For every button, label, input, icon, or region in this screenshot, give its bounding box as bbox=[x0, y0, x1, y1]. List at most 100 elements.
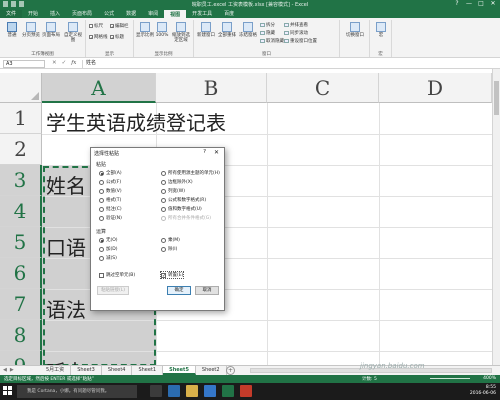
split-button[interactable]: 拆分 bbox=[260, 22, 275, 28]
formula-input[interactable]: 姓名 bbox=[82, 60, 497, 68]
row-header-5[interactable]: 5 bbox=[0, 227, 42, 258]
task-view-icon[interactable] bbox=[150, 385, 162, 397]
tab-review[interactable]: 审阅 bbox=[142, 10, 164, 18]
column-header-b[interactable]: B bbox=[156, 73, 267, 103]
help-icon[interactable]: ? bbox=[452, 0, 462, 7]
skip-blanks-checkbox[interactable]: 跳过空单元(B) bbox=[99, 272, 135, 278]
sheet-tab[interactable]: Sheet4 bbox=[102, 366, 133, 375]
paste-validation-radio[interactable]: 验证(N) bbox=[99, 215, 122, 221]
page-layout-button[interactable]: 页面布局 bbox=[42, 22, 60, 38]
sheet-tab[interactable]: Sheet2 bbox=[196, 366, 227, 375]
select-all-corner[interactable] bbox=[0, 73, 42, 103]
worksheet-grid[interactable]: A B C D 1 2 3 4 5 6 7 8 9 学生英语成绩登记表 姓名 口… bbox=[0, 73, 492, 365]
cell-a9[interactable]: 听力 bbox=[46, 356, 86, 365]
ruler-checkbox[interactable]: 标尺 bbox=[89, 23, 103, 29]
paste-formulas-number-formats-radio[interactable]: 公式和数字格式(R) bbox=[161, 197, 206, 203]
excel-icon[interactable] bbox=[222, 385, 234, 397]
file-explorer-icon[interactable] bbox=[186, 385, 198, 397]
transpose-checkbox[interactable]: ✓ 转置(E) bbox=[159, 271, 185, 279]
paste-values-number-formats-radio[interactable]: 值和数字格式(U) bbox=[161, 206, 202, 212]
row-header-9[interactable]: 9 bbox=[0, 351, 42, 365]
custom-views-button[interactable]: 自定义视图 bbox=[62, 22, 84, 43]
add-sheet-button[interactable]: + bbox=[226, 366, 235, 375]
enter-icon[interactable]: ✓ bbox=[62, 60, 67, 66]
tab-home[interactable]: 开始 bbox=[22, 10, 44, 18]
column-header-a[interactable]: A bbox=[42, 73, 156, 103]
next-sheet-icon[interactable]: ▶ bbox=[10, 367, 14, 373]
cancel-icon[interactable]: ✕ bbox=[52, 60, 57, 66]
cell-a7[interactable]: 语法 bbox=[46, 294, 86, 323]
paste-no-borders-radio[interactable]: 边框除外(X) bbox=[161, 179, 193, 185]
zoom-slider[interactable] bbox=[430, 378, 470, 379]
operation-divide-radio[interactable]: 除(I) bbox=[161, 246, 177, 252]
new-window-button[interactable]: 新建窗口 bbox=[196, 22, 216, 38]
paste-all-radio[interactable]: 全部(A) bbox=[99, 170, 122, 176]
sheet-tab-active[interactable]: Sheet5 bbox=[163, 366, 196, 375]
app-icon[interactable] bbox=[240, 385, 252, 397]
tab-formulas[interactable]: 公式 bbox=[98, 10, 120, 18]
operation-subtract-radio[interactable]: 减(S) bbox=[99, 255, 117, 261]
zoom-level[interactable]: 400% bbox=[483, 376, 496, 381]
clock-date[interactable]: 2016-06-06 bbox=[470, 391, 496, 397]
row-header-8[interactable]: 8 bbox=[0, 320, 42, 351]
gridlines-checkbox[interactable]: ✓ 网格线 bbox=[89, 34, 108, 40]
tab-file[interactable]: 文件 bbox=[0, 10, 23, 18]
view-side-by-side-button[interactable]: 并排查看 bbox=[284, 22, 308, 28]
vertical-scrollbar[interactable] bbox=[492, 69, 500, 365]
windows-start-icon[interactable] bbox=[3, 386, 13, 396]
normal-view-button[interactable]: 普通 bbox=[3, 22, 21, 38]
store-icon[interactable] bbox=[204, 385, 216, 397]
ok-button[interactable]: 确定 bbox=[167, 286, 191, 295]
reset-window-button[interactable]: 重设窗口位置 bbox=[284, 38, 317, 44]
prev-sheet-icon[interactable]: ◀ bbox=[3, 367, 7, 373]
sheet-tab[interactable]: Sheet3 bbox=[71, 366, 102, 375]
hide-button[interactable]: 隐藏 bbox=[260, 30, 275, 36]
zoom-button[interactable]: 显示比例 bbox=[136, 22, 154, 38]
paste-formulas-radio[interactable]: 公式(F) bbox=[99, 179, 121, 185]
tab-baidu[interactable]: 百度 bbox=[218, 10, 240, 18]
insert-function-icon[interactable]: fx bbox=[71, 60, 76, 66]
cancel-button[interactable]: 取消 bbox=[195, 286, 219, 295]
tab-data[interactable]: 数据 bbox=[120, 10, 142, 18]
dialog-help-icon[interactable]: ? bbox=[203, 149, 206, 155]
edge-browser-icon[interactable] bbox=[168, 385, 180, 397]
cortana-search-box[interactable]: 我是 Cortana，小娜。有问题尽管问我。 bbox=[17, 385, 137, 398]
paste-comments-radio[interactable]: 批注(C) bbox=[99, 206, 122, 212]
arrange-all-button[interactable]: 全部重排 bbox=[217, 22, 237, 38]
row-header-3[interactable]: 3 bbox=[0, 165, 42, 196]
switch-window-button[interactable]: 切换窗口 bbox=[344, 22, 366, 38]
unhide-button[interactable]: 取消隐藏 bbox=[260, 38, 284, 44]
tab-insert[interactable]: 插入 bbox=[44, 10, 66, 18]
tab-view[interactable]: 视图 bbox=[164, 10, 187, 18]
dialog-close-icon[interactable]: ✕ bbox=[214, 149, 219, 156]
cell-a1[interactable]: 学生英语成绩登记表 bbox=[46, 107, 226, 136]
row-header-1[interactable]: 1 bbox=[0, 103, 42, 134]
freeze-panes-button[interactable]: 冻结窗格 bbox=[238, 22, 258, 38]
macros-button[interactable]: 宏 bbox=[374, 22, 388, 38]
maximize-button[interactable]: □ bbox=[476, 0, 486, 7]
zoom-100-button[interactable]: 100% bbox=[155, 22, 169, 38]
name-box[interactable]: A3 bbox=[3, 60, 45, 68]
zoom-to-selection-button[interactable]: 缩放到选定区域 bbox=[170, 22, 192, 43]
cell-a3[interactable]: 姓名 bbox=[46, 170, 86, 199]
scroll-thumb[interactable] bbox=[494, 81, 499, 115]
tab-page-layout[interactable]: 页面布局 bbox=[66, 10, 98, 18]
column-header-d[interactable]: D bbox=[379, 73, 492, 103]
operation-none-radio[interactable]: 无(O) bbox=[99, 237, 118, 243]
paste-values-radio[interactable]: 数值(V) bbox=[99, 188, 122, 194]
cell-a5[interactable]: 口语 bbox=[46, 232, 86, 261]
row-header-6[interactable]: 6 bbox=[0, 258, 42, 289]
sync-scroll-button[interactable]: 同步滚动 bbox=[284, 30, 308, 36]
formula-bar-checkbox[interactable]: ✓ 编辑栏 bbox=[110, 23, 129, 29]
page-break-preview-button[interactable]: 分页预览 bbox=[22, 22, 40, 38]
close-button[interactable]: ✕ bbox=[488, 0, 498, 7]
operation-add-radio[interactable]: 加(D) bbox=[99, 246, 117, 252]
column-header-c[interactable]: C bbox=[267, 73, 379, 103]
paste-formats-radio[interactable]: 格式(T) bbox=[99, 197, 121, 203]
row-header-7[interactable]: 7 bbox=[0, 289, 42, 320]
paste-column-widths-radio[interactable]: 列宽(W) bbox=[161, 188, 185, 194]
paste-source-theme-radio[interactable]: 所有使用源主题的单元(H) bbox=[161, 170, 220, 176]
headings-checkbox[interactable]: ✓ 标题 bbox=[110, 34, 124, 40]
row-header-2[interactable]: 2 bbox=[0, 134, 42, 165]
minimize-button[interactable]: — bbox=[464, 0, 474, 7]
